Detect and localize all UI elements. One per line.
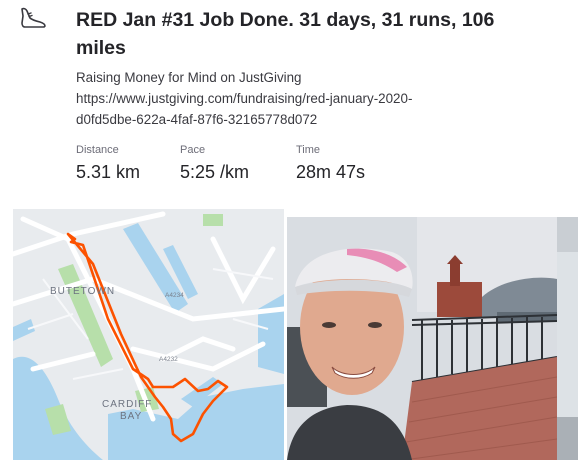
- stat-pace-label: Pace: [180, 144, 206, 156]
- stat-distance-label: Distance: [76, 144, 119, 156]
- running-shoe-icon: [21, 7, 46, 28]
- stat-time-label: Time: [296, 144, 321, 156]
- stat-time: Time 28m 47s: [296, 144, 365, 183]
- stat-pace: Pace 5:25 /km: [180, 144, 249, 183]
- activity-photo[interactable]: [287, 217, 557, 460]
- map-label-road2: A4232: [159, 356, 178, 363]
- map-label-butetown: BUTETOWN: [50, 286, 115, 297]
- activity-description: Raising Money for Mind on JustGiving htt…: [76, 67, 546, 130]
- map-label-road1: A4234: [165, 292, 184, 299]
- fundraising-link[interactable]: https://www.justgiving.com/fundraising/r…: [76, 88, 546, 109]
- route-map[interactable]: BUTETOWN CARDIFF BAY A4234 A4232: [13, 209, 284, 460]
- activity-title: RED Jan #31 Job Done. 31 days, 31 runs, …: [76, 9, 495, 59]
- map-label-bay: BAY: [120, 411, 142, 422]
- description-line: Raising Money for Mind on JustGiving: [76, 70, 302, 85]
- stat-time-value: 28m 47s: [296, 162, 366, 182]
- map-label-cardiff: CARDIFF: [102, 399, 152, 410]
- red-brick-building: [437, 282, 482, 317]
- stat-pace-value: 5:25 /km: [180, 162, 250, 182]
- stat-distance: Distance 5.31 km: [76, 144, 140, 183]
- next-photo-edge[interactable]: [557, 217, 578, 460]
- fundraising-link-continued[interactable]: d0fd5dbe-622a-4faf-87f6-32165778d072: [76, 109, 546, 130]
- stat-distance-value: 5.31 km: [76, 162, 141, 182]
- park-area: [203, 214, 223, 226]
